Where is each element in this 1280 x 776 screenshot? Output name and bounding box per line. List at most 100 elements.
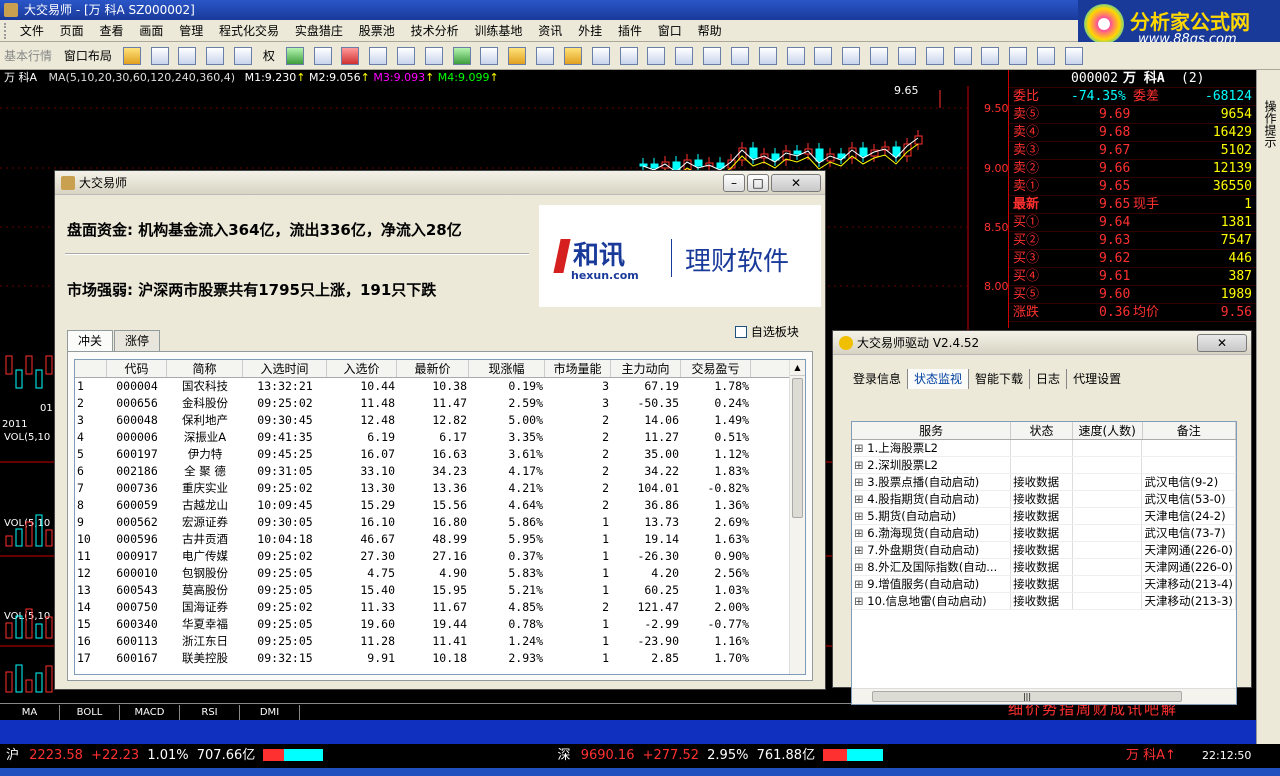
table-row[interactable]: 11 000917 电广传媒 09:25:02 27.30 27.16 0.37% 1 -26.…	[75, 548, 805, 565]
tool-grid2-icon[interactable]	[647, 47, 666, 65]
tool-flag-icon[interactable]	[536, 47, 555, 65]
close-button[interactable]: ✕	[771, 174, 821, 192]
minimize-button[interactable]: –	[723, 174, 745, 192]
menu-view[interactable]: 查看	[94, 20, 130, 42]
service-col-header-3[interactable]: 备注	[1143, 422, 1236, 439]
table-row[interactable]: 13 600543 莫高股份 09:25:05 15.40 15.95 5.21% 1 60.2…	[75, 582, 805, 599]
tool-chart8-icon[interactable]	[897, 47, 916, 65]
stock-col-header-9[interactable]: 交易盈亏	[681, 360, 751, 377]
gear-icon[interactable]	[563, 47, 582, 65]
menu-training[interactable]: 训练基地	[468, 20, 528, 42]
basic-quote-button[interactable]: 基本行情	[0, 42, 56, 70]
tool-chart2-icon[interactable]	[619, 47, 638, 65]
table-row[interactable]: 15 600340 华夏幸福 09:25:05 19.60 19.44 0.78% 1 -2.9…	[75, 616, 805, 633]
tool-bars-icon[interactable]	[591, 47, 610, 65]
table-scrollbar[interactable]: ▲	[789, 360, 805, 674]
open-folder-icon[interactable]	[122, 47, 141, 65]
table-row[interactable]: 16 600113 浙江东日 09:25:05 11.28 11.41 1.24% 1 -23.…	[75, 633, 805, 650]
tool-chart4-icon[interactable]	[786, 47, 805, 65]
menu-manage[interactable]: 管理	[173, 20, 209, 42]
menu-program-trading[interactable]: 程式化交易	[213, 20, 285, 42]
list-icon[interactable]	[206, 47, 225, 65]
expand-icon[interactable]: ⊞	[854, 526, 867, 540]
service-row[interactable]: ⊞ 9.增值服务(自动启动) 接收数据 天津移动(213-4)	[852, 576, 1236, 593]
menu-plugins[interactable]: 插件	[612, 20, 648, 42]
grid-icon[interactable]	[150, 47, 169, 65]
expand-icon[interactable]: ⊞	[854, 475, 867, 489]
table-row[interactable]: 14 000750 国海证券 09:25:02 11.33 11.67 4.85% 2 121.…	[75, 599, 805, 616]
service-row[interactable]: ⊞ 7.外盘期货(自动启动) 接收数据 天津网通(226-0)	[852, 542, 1236, 559]
tool-chart3-icon[interactable]	[703, 47, 722, 65]
tool-green-icon[interactable]	[452, 47, 471, 65]
stock-col-header-8[interactable]: 主力动向	[611, 360, 681, 377]
menu-help[interactable]: 帮助	[692, 20, 728, 42]
menu-live-hunt[interactable]: 实盘猎庄	[289, 20, 349, 42]
watchlist-checkbox[interactable]	[735, 326, 747, 338]
menu-stock-pool[interactable]: 股票池	[353, 20, 401, 42]
menu-plugin-ext[interactable]: 外挂	[572, 20, 608, 42]
tool-chart13-icon[interactable]	[1037, 47, 1056, 65]
tool-win2-icon[interactable]	[758, 47, 777, 65]
tool-chart9-icon[interactable]	[925, 47, 944, 65]
tool-chart11-icon[interactable]	[981, 47, 1000, 65]
menu-info[interactable]: 资讯	[532, 20, 568, 42]
tab-zhangting[interactable]: 涨停	[114, 330, 161, 351]
tool-table-icon[interactable]	[369, 47, 388, 65]
window-layout-button[interactable]: 窗口布局	[60, 42, 116, 70]
expand-icon[interactable]: ⊞	[854, 441, 867, 455]
table-row[interactable]: 3 600048 保利地产 09:30:45 12.48 12.82 5.00% 2 14.06…	[75, 412, 805, 429]
menu-file[interactable]: 文件	[14, 20, 50, 42]
tool-list2-icon[interactable]	[675, 47, 694, 65]
service-col-header-0[interactable]: 服务	[852, 422, 1012, 439]
tab-rsi[interactable]: RSI	[180, 705, 240, 720]
expand-icon[interactable]: ⊞	[854, 560, 867, 574]
ad-banner[interactable]: 和讯 hexun.com 理财软件	[539, 205, 821, 307]
table-row[interactable]: 8 600059 古越龙山 10:09:45 15.29 15.56 4.64% 2 36.86…	[75, 497, 805, 514]
tool-doc-icon[interactable]	[396, 47, 415, 65]
maximize-button[interactable]: □	[747, 174, 769, 192]
expand-icon[interactable]: ⊞	[854, 509, 867, 523]
menu-page[interactable]: 页面	[54, 20, 90, 42]
expand-icon[interactable]: ⊞	[854, 594, 867, 608]
tab-login-info[interactable]: 登录信息	[847, 369, 909, 389]
fd-icon[interactable]	[424, 47, 443, 65]
service-row[interactable]: ⊞ 8.外汇及国际指数(自动... 接收数据 天津网通(226-0)	[852, 559, 1236, 576]
tab-dmi[interactable]: DMI	[240, 705, 300, 720]
tab-smart-download[interactable]: 智能下载	[969, 369, 1031, 389]
service-row[interactable]: ⊞ 10.信息地雷(自动启动) 接收数据 天津移动(213-3)	[852, 593, 1236, 610]
tab-boll[interactable]: BOLL	[60, 705, 120, 720]
stock-col-header-2[interactable]: 简称	[167, 360, 243, 377]
tab-chongguan[interactable]: 冲关	[67, 330, 114, 351]
service-row[interactable]: ⊞ 2.深圳股票L2	[852, 457, 1236, 474]
tool-chart7-icon[interactable]	[870, 47, 889, 65]
table-row[interactable]: 10 000596 古井贡酒 10:04:18 46.67 48.99 5.95% 1 19.1…	[75, 531, 805, 548]
table-row[interactable]: 5 600197 伊力特 09:45:25 16.07 16.63 3.61% 2 35.00 1…	[75, 446, 805, 463]
tab-proxy-settings[interactable]: 代理设置	[1067, 369, 1127, 389]
scroll-up-icon[interactable]: ▲	[790, 360, 805, 376]
stock-col-header-3[interactable]: 入选时间	[243, 360, 327, 377]
service-row[interactable]: ⊞ 3.股票点播(自动启动) 接收数据 武汉电信(9-2)	[852, 474, 1236, 491]
tool-chart10-icon[interactable]	[953, 47, 972, 65]
tool-win-icon[interactable]	[730, 47, 749, 65]
tool-chart14-icon[interactable]	[1064, 47, 1083, 65]
stock-col-header-1[interactable]: 代码	[107, 360, 167, 377]
driver-close-button[interactable]: ✕	[1197, 334, 1247, 352]
stock-col-header-0[interactable]	[75, 360, 107, 377]
menu-canvas[interactable]: 画面	[133, 20, 169, 42]
tab-macd[interactable]: MACD	[120, 705, 180, 720]
service-col-header-2[interactable]: 速度(人数)	[1073, 422, 1143, 439]
tool-chart12-icon[interactable]	[1009, 47, 1028, 65]
menu-window[interactable]: 窗口	[652, 20, 688, 42]
alert-icon[interactable]	[508, 47, 527, 65]
expand-icon[interactable]: ⊞	[854, 577, 867, 591]
stock-col-header-5[interactable]: 最新价	[397, 360, 469, 377]
scroll-thumb[interactable]	[792, 378, 803, 518]
expand-icon[interactable]: ⊞	[854, 543, 867, 557]
menu-tech-analysis[interactable]: 技术分析	[405, 20, 465, 42]
tab-ma[interactable]: MA	[0, 705, 60, 720]
tab-log[interactable]: 日志	[1030, 369, 1068, 389]
tool-chart5-icon[interactable]	[814, 47, 833, 65]
stock-col-header-7[interactable]: 市场量能	[545, 360, 611, 377]
expand-icon[interactable]: ⊞	[854, 458, 867, 472]
tab-status-monitor[interactable]: 状态监视	[908, 369, 970, 389]
